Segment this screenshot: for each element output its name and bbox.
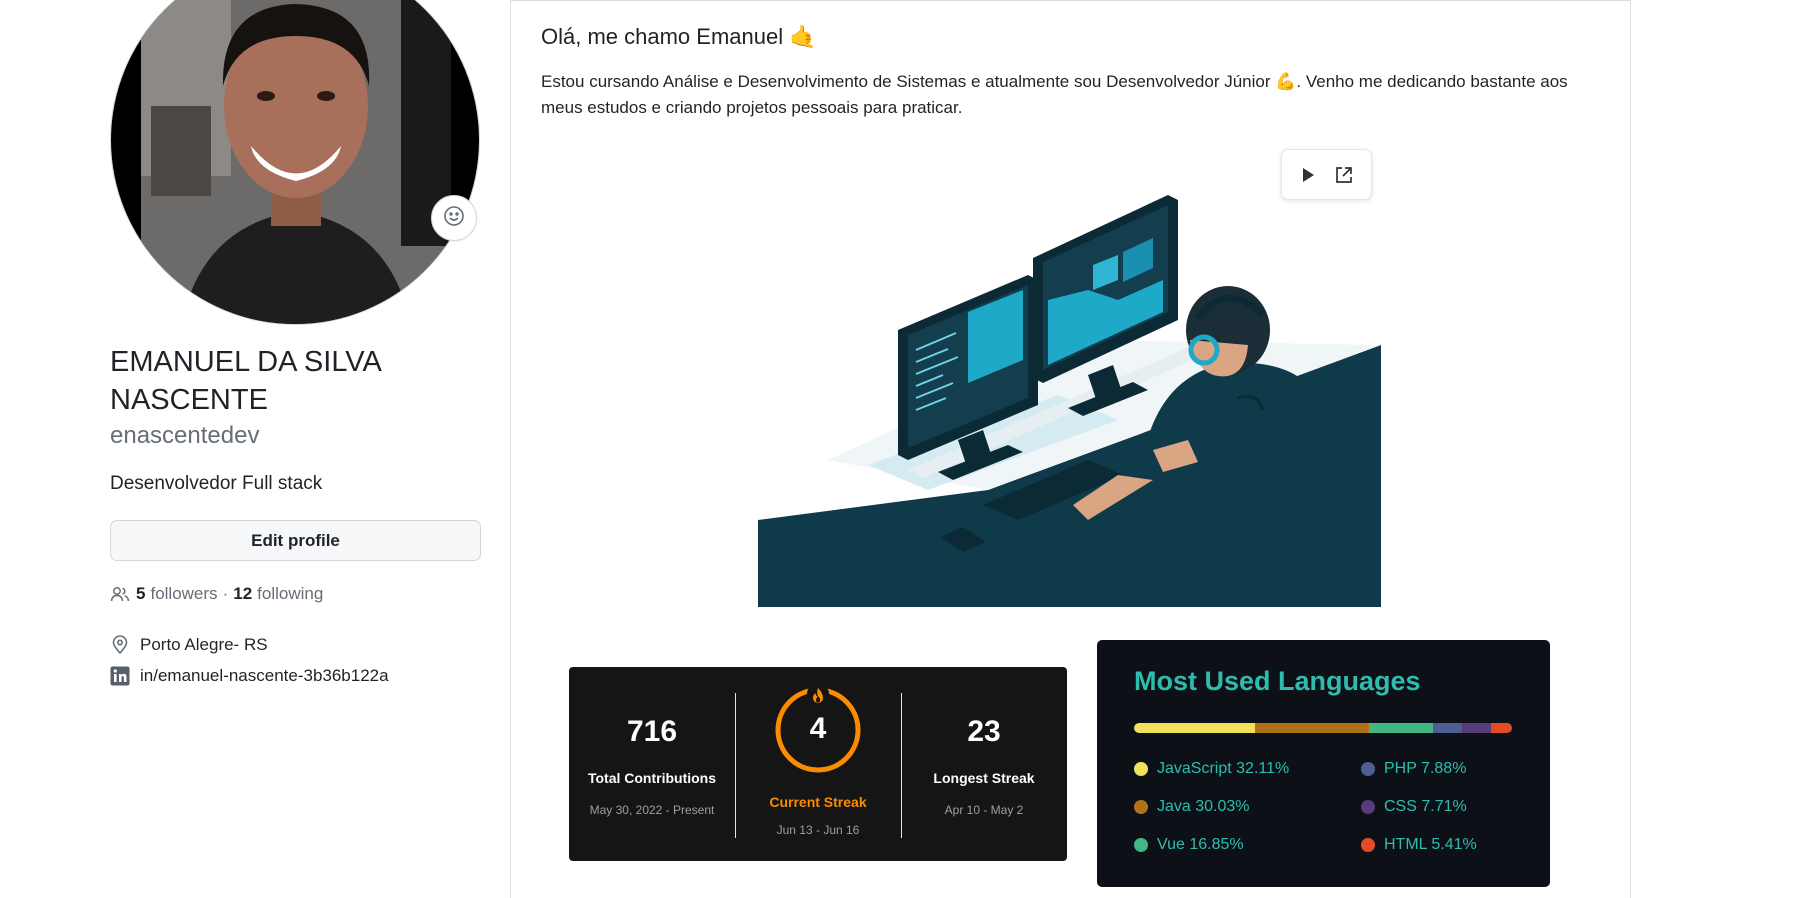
language-bar-segment-javascript <box>1134 723 1256 733</box>
language-label: HTML 5.41% <box>1384 836 1477 853</box>
people-icon <box>110 585 130 603</box>
language-item-html: HTML 5.41% <box>1361 834 1477 856</box>
language-bar-segment-css <box>1462 723 1492 733</box>
language-bar-segment-vue <box>1368 723 1433 733</box>
language-dot <box>1134 800 1148 814</box>
language-bar-segment-java <box>1255 723 1369 733</box>
language-dot <box>1361 800 1375 814</box>
language-label: CSS 7.71% <box>1384 798 1467 815</box>
edit-profile-button[interactable]: Edit profile <box>110 520 481 561</box>
languages-progress-bar <box>1134 723 1512 733</box>
longest-streak-range: Apr 10 - May 2 <box>944 803 1024 817</box>
language-label: PHP 7.88% <box>1384 760 1467 777</box>
current-streak-value: 4 <box>809 712 827 745</box>
language-dot <box>1361 838 1375 852</box>
linkedin-icon <box>110 666 140 686</box>
developer-illustration-gif <box>758 140 1381 607</box>
followers-link[interactable]: 5 followers <box>136 584 218 604</box>
location-icon <box>110 635 140 655</box>
following-label: following <box>257 584 324 603</box>
current-streak-stat: 4 Current Streak Jun 13 - Jun 16 <box>735 667 901 861</box>
content-divider-right <box>1630 0 1631 898</box>
avatar[interactable] <box>110 0 480 325</box>
set-status-button[interactable] <box>431 195 477 241</box>
profile-bio: Desenvolvedor Full stack <box>110 473 323 494</box>
play-icon[interactable] <box>1299 166 1317 184</box>
language-item-php: PHP 7.88% <box>1361 758 1466 780</box>
following-count: 12 <box>233 584 253 603</box>
followers-label: followers <box>150 584 218 603</box>
total-contributions-label: Total Contributions <box>587 770 717 786</box>
language-label: JavaScript 32.11% <box>1157 760 1290 777</box>
readme-title: Olá, me chamo Emanuel 🤙 <box>541 24 817 49</box>
follow-stats: 5 followers · 12 following <box>110 582 323 606</box>
profile-username: enascentedev <box>110 422 260 449</box>
external-link-icon[interactable] <box>1334 165 1354 185</box>
language-item-javascript: JavaScript 32.11% <box>1134 758 1289 780</box>
followers-count: 5 <box>136 584 146 603</box>
current-streak-label: Current Streak <box>769 794 867 810</box>
github-streak-card: 716 Total Contributions May 30, 2022 - P… <box>569 667 1067 861</box>
total-contributions-value: 716 <box>626 715 678 748</box>
language-label: Java 30.03% <box>1157 798 1250 815</box>
most-used-languages-card: Most Used Languages JavaScript 32.11% Ja… <box>1097 640 1550 887</box>
language-item-vue: Vue 16.85% <box>1134 834 1244 856</box>
profile-social-link[interactable]: in/emanuel-nascente-3b36b122a <box>110 664 389 688</box>
location-text: Porto Alegre- RS <box>140 635 268 654</box>
avatar-container <box>110 0 480 325</box>
flame-icon <box>807 686 829 713</box>
readme-paragraph: Estou cursando Análise e Desenvolvimento… <box>541 72 1568 117</box>
longest-streak-value: 23 <box>967 715 1001 748</box>
language-dot <box>1134 838 1148 852</box>
language-item-java: Java 30.03% <box>1134 796 1250 818</box>
total-contributions-stat: 716 Total Contributions May 30, 2022 - P… <box>569 667 735 861</box>
language-bar-segment-html <box>1491 723 1512 733</box>
language-dot <box>1134 762 1148 776</box>
longest-streak-stat: 23 Longest Streak Apr 10 - May 2 <box>901 667 1067 861</box>
language-bar-segment-php <box>1432 723 1463 733</box>
follow-separator: · <box>222 584 229 603</box>
total-contributions-range: May 30, 2022 - Present <box>589 803 715 817</box>
profile-full-name: EMANUEL DA SILVA NASCENTE <box>110 346 381 416</box>
smiley-icon <box>443 205 465 232</box>
language-item-css: CSS 7.71% <box>1361 796 1467 818</box>
content-divider-left <box>510 0 511 898</box>
current-streak-range: Jun 13 - Jun 16 <box>776 823 860 837</box>
readme-top-border <box>510 0 1630 1</box>
language-dot <box>1361 762 1375 776</box>
longest-streak-label: Longest Streak <box>933 770 1035 786</box>
following-link[interactable]: 12 following <box>233 584 323 604</box>
language-label: Vue 16.85% <box>1157 836 1244 853</box>
linkedin-text: in/emanuel-nascente-3b36b122a <box>140 666 389 685</box>
profile-location: Porto Alegre- RS <box>110 633 268 657</box>
languages-title: Most Used Languages <box>1134 666 1421 696</box>
gif-controls <box>1281 149 1372 200</box>
